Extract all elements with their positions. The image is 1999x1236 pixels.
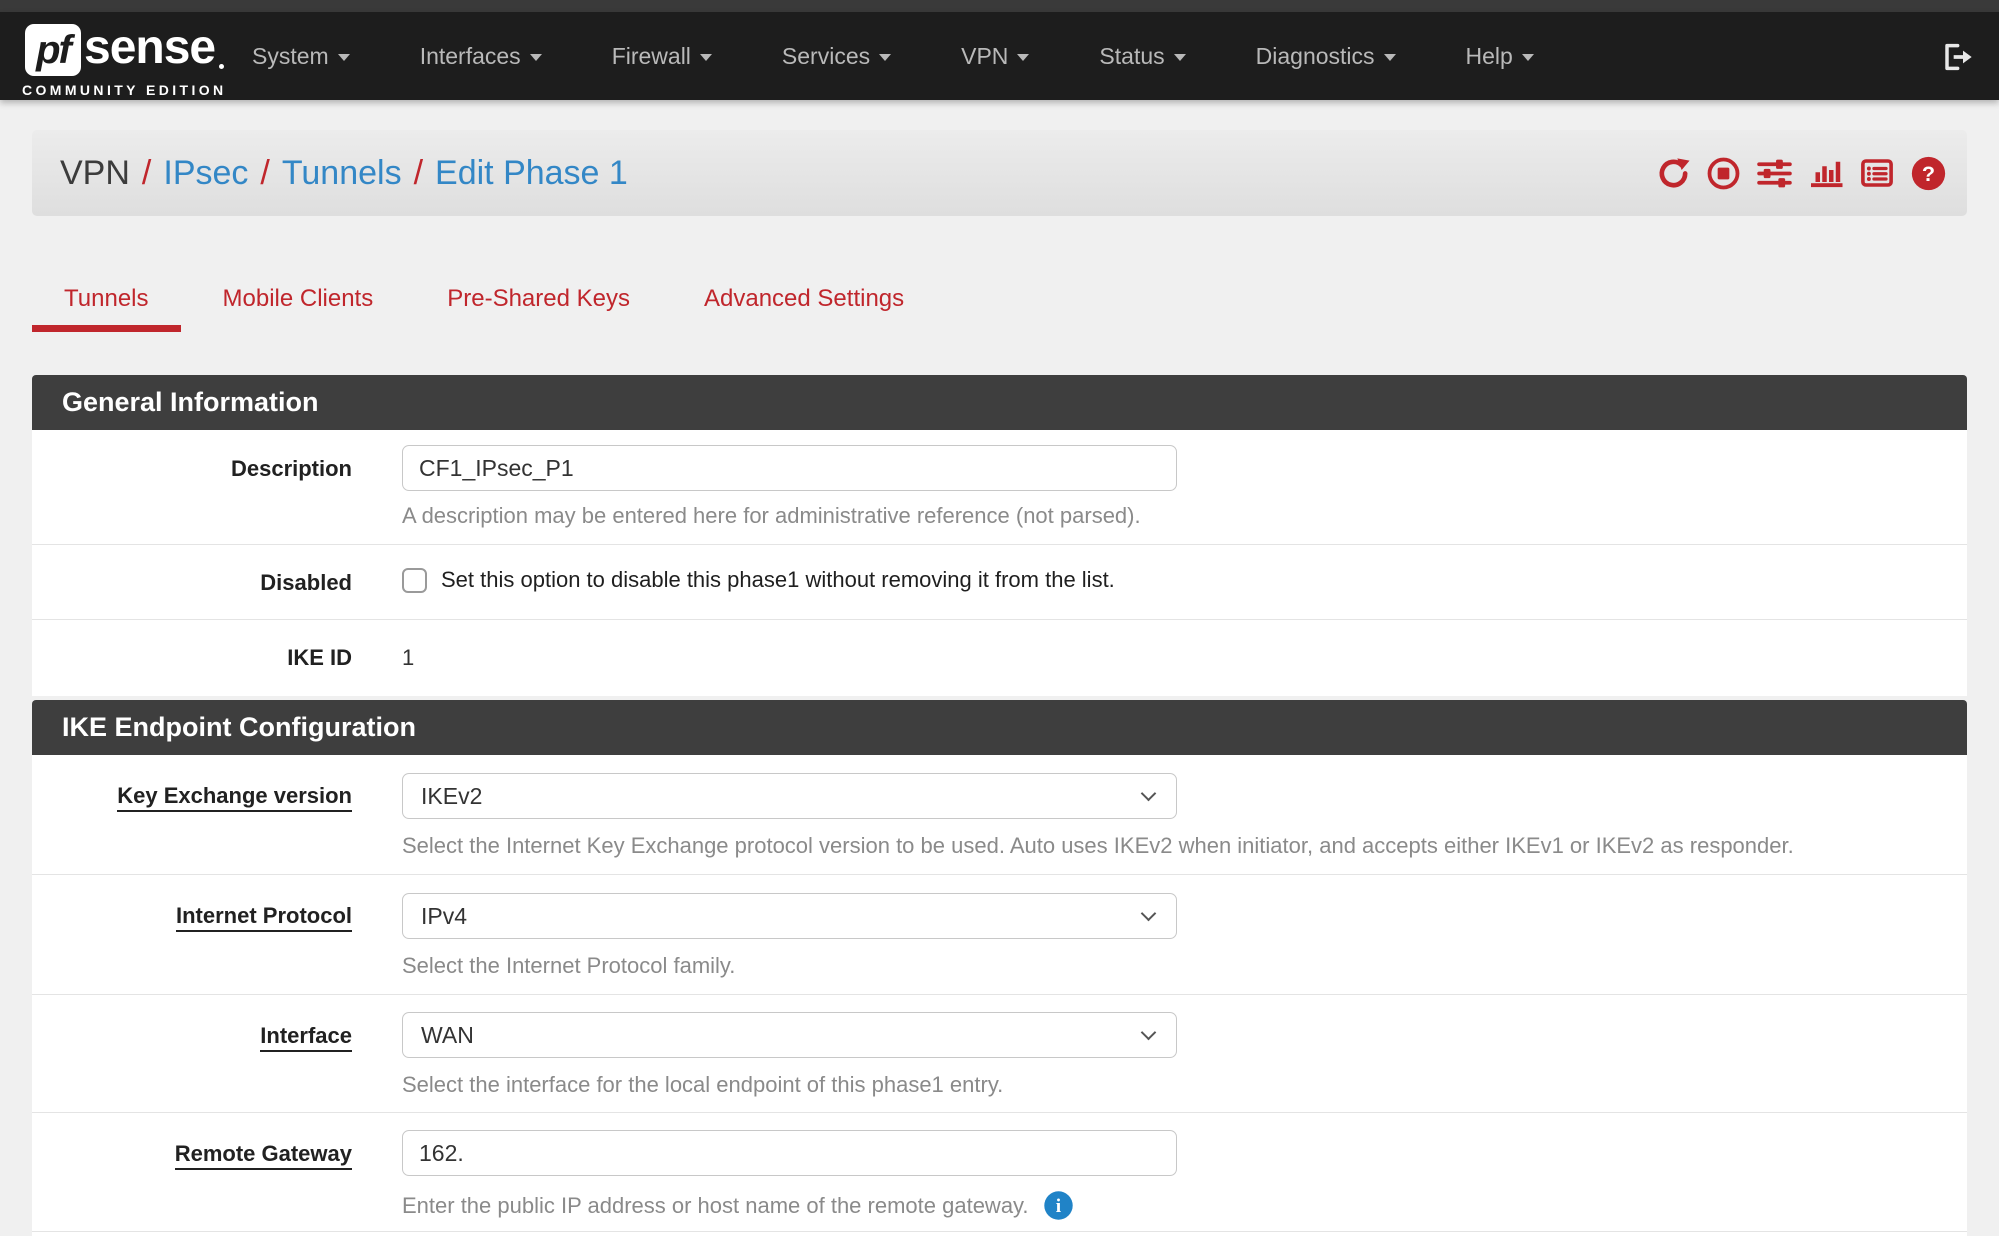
- internet-protocol-value: IPv4: [421, 903, 467, 929]
- menu-firewall[interactable]: Firewall: [612, 43, 712, 70]
- key-exchange-version-value: IKEv2: [421, 783, 482, 809]
- section-header-general-information: General Information: [32, 375, 1967, 430]
- interface-select[interactable]: WAN: [402, 1012, 1177, 1058]
- chevron-down-icon: [338, 54, 350, 61]
- bar-chart-icon[interactable]: [1808, 155, 1844, 191]
- form-row-interface: Interface WAN Select the interface for t…: [32, 995, 1967, 1113]
- ipsec-tabs: Tunnels Mobile Clients Pre-Shared Keys A…: [32, 276, 946, 332]
- internet-protocol-help-text: Select the Internet Protocol family.: [402, 953, 1937, 979]
- pfsense-logo-sense-text: sense: [84, 20, 215, 75]
- menu-services-label: Services: [782, 43, 870, 70]
- breadcrumb-link-tunnels[interactable]: Tunnels: [282, 154, 402, 193]
- form-row-ike-id: IKE ID 1: [32, 620, 1967, 695]
- chevron-down-icon: [1174, 54, 1186, 61]
- chevron-down-icon: [1141, 1025, 1157, 1041]
- remote-gateway-help-row: Enter the public IP address or host name…: [402, 1190, 1937, 1221]
- form-row-key-exchange-version: Key Exchange version IKEv2 Select the In…: [32, 755, 1967, 875]
- svg-text:?: ?: [1922, 161, 1935, 186]
- chevron-down-icon: [1141, 906, 1157, 922]
- menu-system-label: System: [252, 43, 329, 70]
- chevron-down-icon: [700, 54, 712, 61]
- menu-vpn[interactable]: VPN: [961, 43, 1029, 70]
- pfsense-logo-subtitle: COMMUNITY EDITION: [22, 82, 227, 98]
- breadcrumb: VPN / IPsec / Tunnels / Edit Phase 1: [32, 154, 628, 193]
- pfsense-logo-pf-box: pf: [25, 24, 81, 76]
- log-list-icon[interactable]: [1859, 155, 1895, 191]
- form-row-description: Description A description may be entered…: [32, 430, 1967, 545]
- menu-help[interactable]: Help: [1466, 43, 1534, 70]
- chevron-down-icon: [1384, 54, 1396, 61]
- key-exchange-version-label: Key Exchange version: [32, 755, 352, 809]
- chevron-down-icon: [1017, 54, 1029, 61]
- menu-interfaces[interactable]: Interfaces: [420, 43, 542, 70]
- menu-system[interactable]: System: [252, 43, 350, 70]
- breadcrumb-bar: VPN / IPsec / Tunnels / Edit Phase 1: [32, 130, 1967, 216]
- menu-status-label: Status: [1099, 43, 1164, 70]
- menu-firewall-label: Firewall: [612, 43, 691, 70]
- sign-out-icon[interactable]: [1941, 41, 1973, 78]
- menu-interfaces-label: Interfaces: [420, 43, 521, 70]
- stop-circle-icon[interactable]: [1706, 156, 1741, 191]
- svg-text:i: i: [1055, 1196, 1061, 1217]
- ike-id-label: IKE ID: [32, 620, 352, 671]
- help-circle-icon[interactable]: ?: [1910, 155, 1947, 192]
- form-row-disabled: Disabled Set this option to disable this…: [32, 545, 1967, 620]
- remote-gateway-input[interactable]: [402, 1130, 1177, 1176]
- menu-diagnostics-label: Diagnostics: [1256, 43, 1375, 70]
- remote-gateway-label: Remote Gateway: [32, 1113, 352, 1167]
- section-header-ike-endpoint-configuration: IKE Endpoint Configuration: [32, 700, 1967, 755]
- interface-value: WAN: [421, 1022, 474, 1048]
- chevron-down-icon: [1522, 54, 1534, 61]
- chevron-down-icon: [1141, 786, 1157, 802]
- internet-protocol-label: Internet Protocol: [32, 875, 352, 929]
- breadcrumb-separator: /: [414, 154, 423, 193]
- tab-pre-shared-keys[interactable]: Pre-Shared Keys: [415, 276, 662, 332]
- tab-mobile-clients[interactable]: Mobile Clients: [191, 276, 406, 332]
- key-exchange-version-help-text: Select the Internet Key Exchange protoco…: [402, 833, 1937, 859]
- interface-label: Interface: [32, 995, 352, 1049]
- menu-diagnostics[interactable]: Diagnostics: [1256, 43, 1396, 70]
- remote-gateway-help-text: Enter the public IP address or host name…: [402, 1193, 1029, 1219]
- navbar-menu: System Interfaces Firewall Services VPN …: [252, 12, 1534, 100]
- menu-help-label: Help: [1466, 43, 1513, 70]
- refresh-icon[interactable]: [1656, 156, 1691, 191]
- breadcrumb-separator: /: [142, 154, 151, 193]
- page-action-icons: ?: [1656, 130, 1947, 216]
- pfsense-logo-pf-text: pf: [36, 28, 70, 73]
- breadcrumb-current-edit-phase-1: Edit Phase 1: [435, 154, 628, 193]
- general-information-panel: Description A description may be entered…: [32, 430, 1967, 696]
- window-top-strip: [0, 0, 1999, 12]
- ike-id-value: 1: [402, 645, 1937, 671]
- ike-endpoint-panel: Key Exchange version IKEv2 Select the In…: [32, 755, 1967, 1236]
- description-input[interactable]: [402, 445, 1177, 491]
- info-icon[interactable]: i: [1043, 1190, 1074, 1221]
- description-label: Description: [32, 430, 352, 482]
- interface-help-text: Select the interface for the local endpo…: [402, 1072, 1937, 1098]
- breadcrumb-link-ipsec[interactable]: IPsec: [163, 154, 248, 193]
- disabled-checkbox[interactable]: [402, 568, 427, 593]
- pfsense-logo[interactable]: pf sense COMMUNITY EDITION: [22, 22, 232, 94]
- tab-tunnels[interactable]: Tunnels: [32, 276, 181, 332]
- breadcrumb-separator: /: [260, 154, 269, 193]
- form-row-remote-gateway: Remote Gateway Enter the public IP addre…: [32, 1113, 1967, 1232]
- disabled-checkbox-text[interactable]: Set this option to disable this phase1 w…: [441, 567, 1115, 593]
- key-exchange-version-select[interactable]: IKEv2: [402, 773, 1177, 819]
- menu-status[interactable]: Status: [1099, 43, 1185, 70]
- description-help-text: A description may be entered here for ad…: [402, 503, 1937, 529]
- tab-advanced-settings[interactable]: Advanced Settings: [672, 276, 936, 332]
- menu-services[interactable]: Services: [782, 43, 891, 70]
- disabled-label: Disabled: [32, 545, 352, 596]
- main-navbar: pf sense COMMUNITY EDITION System Interf…: [0, 12, 1999, 100]
- breadcrumb-root: VPN: [60, 154, 130, 193]
- sliders-icon[interactable]: [1756, 155, 1793, 192]
- pfsense-logo-trademark-dot: [219, 64, 224, 69]
- menu-vpn-label: VPN: [961, 43, 1008, 70]
- internet-protocol-select[interactable]: IPv4: [402, 893, 1177, 939]
- form-row-internet-protocol: Internet Protocol IPv4 Select the Intern…: [32, 875, 1967, 995]
- chevron-down-icon: [879, 54, 891, 61]
- chevron-down-icon: [530, 54, 542, 61]
